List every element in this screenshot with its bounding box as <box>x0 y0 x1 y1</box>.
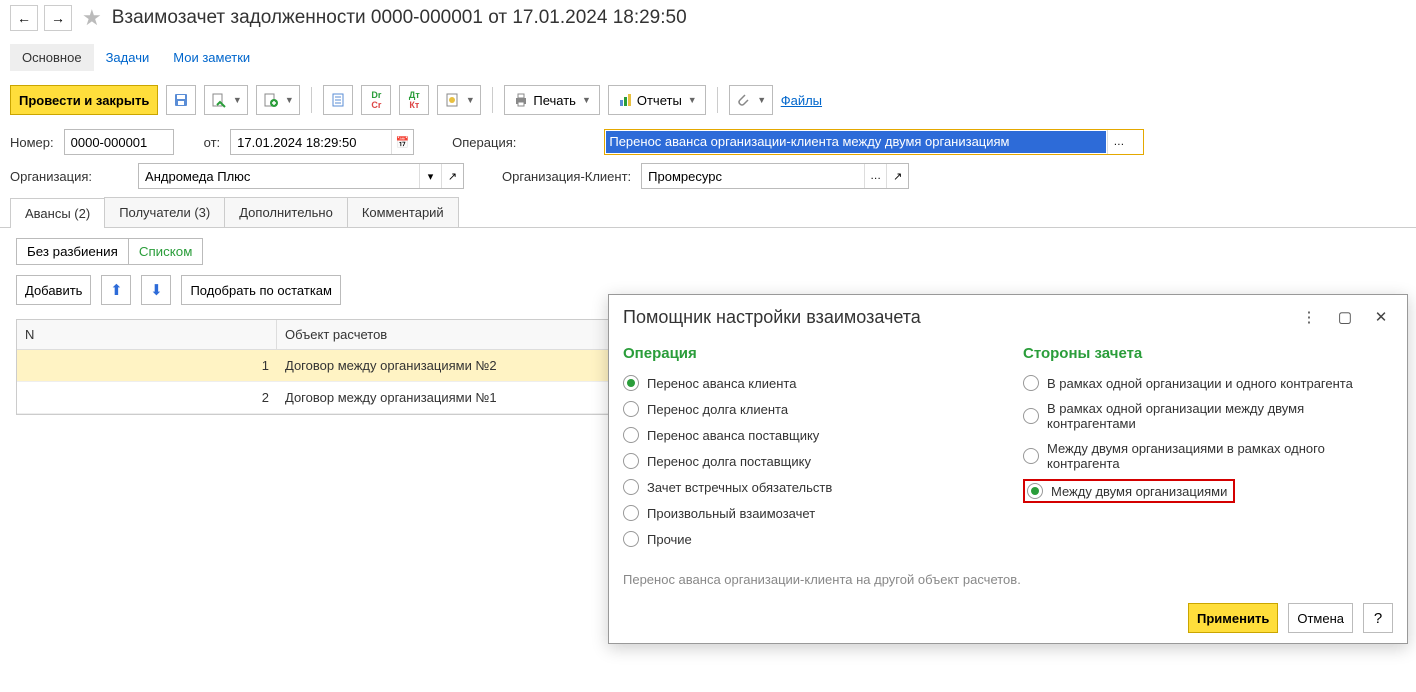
radio-icon <box>1023 408 1039 424</box>
radio-icon <box>623 479 639 495</box>
radio-icon <box>623 453 639 469</box>
cancel-button[interactable]: Отмена <box>1288 603 1353 633</box>
post-and-close-button[interactable]: Провести и закрыть <box>10 85 158 115</box>
org-field[interactable] <box>139 164 419 188</box>
forward-button[interactable]: → <box>44 5 72 31</box>
op-option-6[interactable]: Прочие <box>623 526 993 552</box>
from-label: от: <box>204 135 221 150</box>
dialog-description: Перенос аванса организации-клиента на др… <box>609 566 1407 593</box>
side-option-2[interactable]: Между двумя организациями в рамках одног… <box>1023 436 1393 476</box>
helper-dialog: Помощник настройки взаимозачета ⋮ ▢ ✕ Оп… <box>608 294 1408 644</box>
radio-icon <box>623 505 639 521</box>
tab-notes[interactable]: Мои заметки <box>161 44 262 71</box>
add-button[interactable]: Добавить <box>16 275 91 305</box>
pick-by-remain-button[interactable]: Подобрать по остаткам <box>181 275 341 305</box>
org-client-open-icon[interactable]: ↗ <box>886 164 908 188</box>
reports-button[interactable]: Отчеты▼ <box>608 85 706 115</box>
dialog-title: Помощник настройки взаимозачета <box>623 307 1285 328</box>
date-field[interactable] <box>231 130 391 154</box>
org-dropdown-icon[interactable]: ▾ <box>419 164 441 188</box>
operations-heading: Операция <box>623 345 993 362</box>
radio-icon <box>1023 375 1039 391</box>
org-client-label: Организация-Клиент: <box>502 169 631 184</box>
operation-field[interactable]: Перенос аванса организации-клиента между… <box>606 131 1106 153</box>
move-down-icon[interactable]: ⬇ <box>141 275 171 305</box>
attach-icon[interactable]: ▼ <box>729 85 773 115</box>
post-icon[interactable]: ▼ <box>204 85 248 115</box>
tab-advances[interactable]: Авансы (2) <box>10 198 105 228</box>
drcr-icon[interactable]: DrCr <box>361 85 391 115</box>
op-option-4[interactable]: Зачет встречных обязательств <box>623 474 993 500</box>
radio-icon <box>623 375 639 391</box>
op-option-2[interactable]: Перенос аванса поставщику <box>623 422 993 448</box>
ledger-icon[interactable]: ▼ <box>437 85 481 115</box>
move-up-icon[interactable]: ⬆ <box>101 275 131 305</box>
radio-icon <box>1027 483 1043 499</box>
sides-heading: Стороны зачета <box>1023 345 1393 362</box>
operation-more-icon[interactable]: … <box>1107 130 1129 154</box>
tab-main[interactable]: Основное <box>10 44 94 71</box>
back-button[interactable]: ← <box>10 5 38 31</box>
dialog-close-icon[interactable]: ✕ <box>1369 305 1393 329</box>
radio-icon <box>1023 448 1039 464</box>
tab-comment[interactable]: Комментарий <box>347 197 459 227</box>
mode-list-button[interactable]: Списком <box>128 238 204 265</box>
calendar-icon[interactable]: 📅 <box>391 130 413 154</box>
doc-icon[interactable] <box>323 85 353 115</box>
save-icon[interactable] <box>166 85 196 115</box>
side-option-0[interactable]: В рамках одной организации и одного конт… <box>1023 370 1393 396</box>
print-button[interactable]: Печать▼ <box>504 85 600 115</box>
dtkt-icon[interactable]: ДтКт <box>399 85 429 115</box>
tab-more[interactable]: Дополнительно <box>224 197 348 227</box>
create-based-icon[interactable]: ▼ <box>256 85 300 115</box>
favorite-star-icon[interactable]: ★ <box>82 5 102 31</box>
side-option-1[interactable]: В рамках одной организации между двумя к… <box>1023 396 1393 436</box>
apply-button[interactable]: Применить <box>1188 603 1278 633</box>
op-option-3[interactable]: Перенос долга поставщику <box>623 448 993 474</box>
org-client-field[interactable] <box>642 164 864 188</box>
op-option-5[interactable]: Произвольный взаимозачет <box>623 500 993 526</box>
help-button[interactable]: ? <box>1363 603 1393 633</box>
radio-icon <box>623 531 639 547</box>
dialog-maximize-icon[interactable]: ▢ <box>1333 305 1357 329</box>
page-title: Взаимозачет задолженности 0000-000001 от… <box>112 7 687 29</box>
side-option-3[interactable]: Между двумя организациями <box>1023 479 1235 503</box>
files-link[interactable]: Файлы <box>781 93 822 108</box>
org-label: Организация: <box>10 169 92 184</box>
operation-label: Операция: <box>452 135 516 150</box>
radio-icon <box>623 401 639 417</box>
number-field[interactable] <box>65 130 173 154</box>
col-n: N <box>17 320 277 349</box>
tab-recipients[interactable]: Получатели (3) <box>104 197 225 227</box>
org-open-icon[interactable]: ↗ <box>441 164 463 188</box>
tab-tasks[interactable]: Задачи <box>94 44 162 71</box>
number-label: Номер: <box>10 135 54 150</box>
mode-nosplit-button[interactable]: Без разбиения <box>16 238 128 265</box>
radio-icon <box>623 427 639 443</box>
org-client-more-icon[interactable]: … <box>864 164 886 188</box>
op-option-1[interactable]: Перенос долга клиента <box>623 396 993 422</box>
dialog-more-icon[interactable]: ⋮ <box>1297 305 1321 329</box>
op-option-0[interactable]: Перенос аванса клиента <box>623 370 993 396</box>
